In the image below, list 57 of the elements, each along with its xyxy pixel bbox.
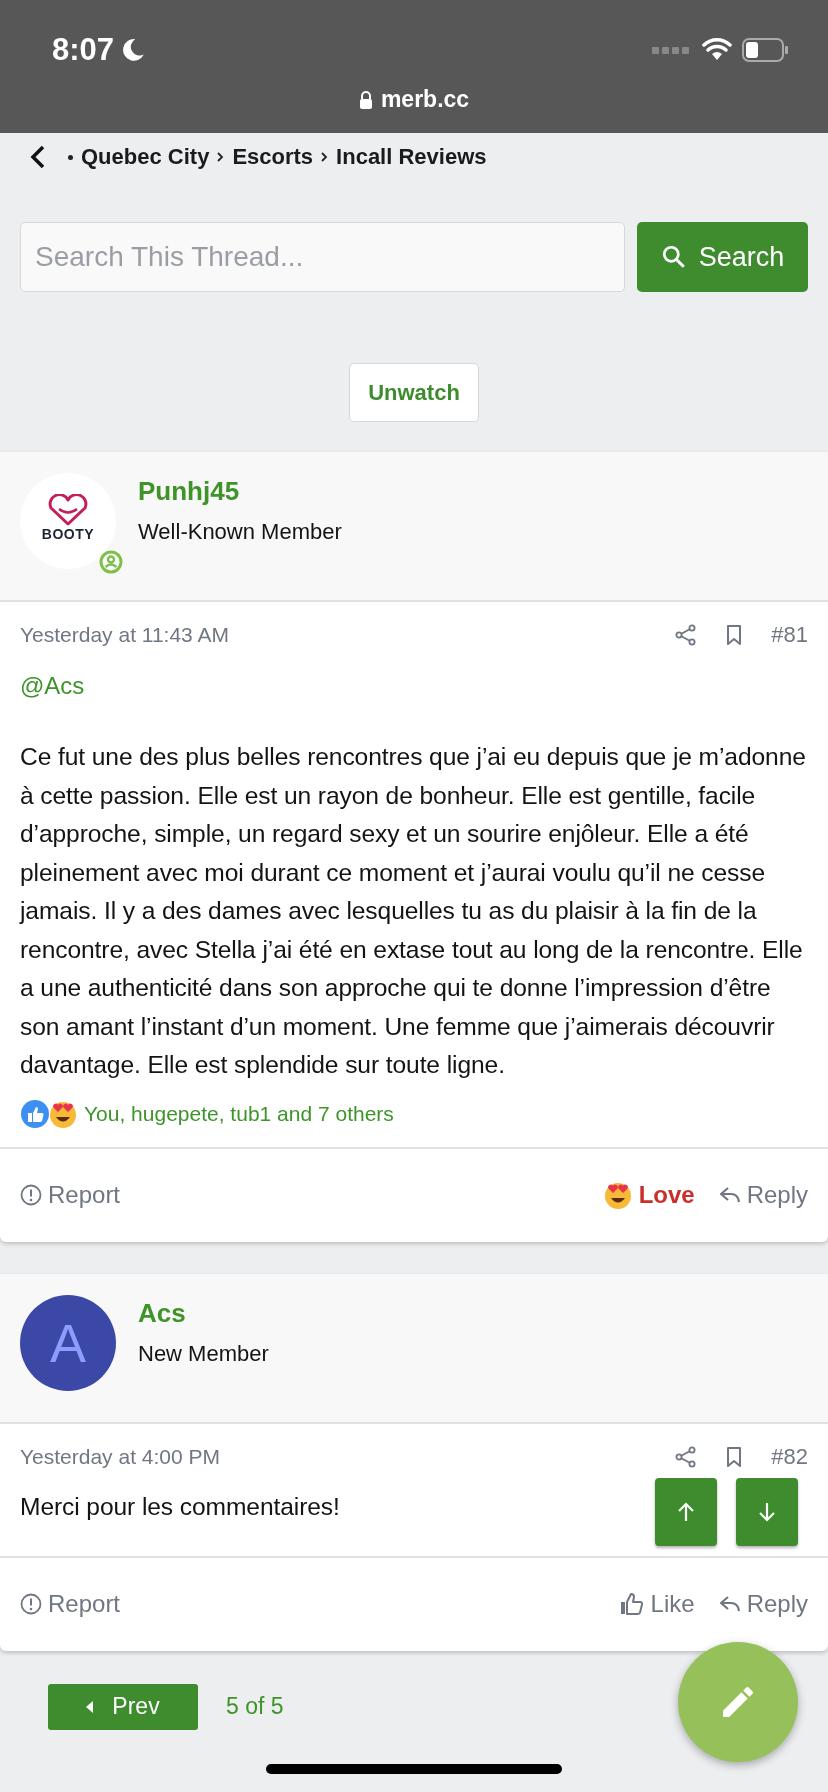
reply-arrow-icon [718,1594,741,1614]
post-text: Merci pour les commentaires! [20,1491,340,1522]
post-text: Ce fut une des plus belles rencontres que j’ai eu depuis que je m’adonne à cette passion. Elle est un rayon de bonheur. Elle est gentille, facile d’approche, simple, un regard sexy et un sourire enjôleur. Elle a été pleinement avec moi durant ce moment et j’aurai voulu qu’il ne cesse jamais. Il y a des dames avec lesquelles tu as du plaisir à la fin de la rencontre, avec Stella j’ai été en extase tout au long de la rencontre. Elle a une authenticité dans son approche qui te donne l’impression d’être son amant l’instant d’un moment. Une femme que j’aimerais découvrir davantage. Elle est splendide sur toute ligne. [20,742,807,1080]
clock-time: 8:07 [52,32,115,68]
search-field[interactable]: Search This Thread... [20,222,625,292]
alert-icon [20,1184,42,1206]
address-bar[interactable]: merb.cc [358,86,470,113]
scroll-up-button[interactable] [655,1477,717,1546]
arrow-down-icon [757,1500,777,1523]
post-date[interactable]: Yesterday at 4:00 PM [20,1444,220,1469]
username-link[interactable]: Punhj45 [138,476,342,507]
bullet-icon [68,154,73,160]
battery-icon [742,37,790,63]
avatar[interactable]: BOOTY [20,473,116,569]
caret-left-icon [86,1700,95,1713]
url-text: merb.cc [380,86,470,113]
reply-arrow-icon [718,1185,741,1205]
back-icon[interactable] [30,145,46,169]
prev-button[interactable]: Prev [48,1683,198,1730]
signal-icon [652,45,692,55]
unwatch-button[interactable]: Unwatch [349,363,479,422]
reaction-button[interactable]: Like [618,1590,695,1618]
breadcrumb-link[interactable]: Escorts [232,144,314,170]
user-title: New Member [138,1340,269,1367]
page-indicator[interactable]: 5 of 5 [226,1693,284,1720]
heart-lips-icon [47,494,89,526]
report-button[interactable]: Report [20,1590,121,1618]
breadcrumb-link[interactable]: Quebec City [81,144,210,170]
chevron-icon [217,152,225,162]
chevron-icon [321,152,329,162]
arrow-up-icon [676,1500,696,1523]
share-icon[interactable] [675,1445,698,1468]
mention-link[interactable]: @Acs [20,672,85,700]
heart-eyes-emoji-icon [602,1180,633,1210]
reactions-link[interactable]: You, hugepete, tub1 and 7 others [84,1101,394,1126]
avatar[interactable]: A [20,1294,116,1391]
scroll-down-button[interactable] [736,1477,798,1546]
post-number-link[interactable]: #82 [771,1443,808,1470]
report-button[interactable]: Report [20,1181,121,1209]
thumbs-up-icon [618,1591,645,1617]
logo-text: BOOTY [41,526,95,542]
post-number-link[interactable]: #81 [771,622,808,648]
bookmark-icon[interactable] [725,1445,744,1468]
reply-button[interactable]: Reply [718,1590,808,1618]
like-reaction-icon [20,1098,50,1129]
wifi-icon [702,38,732,62]
breadcrumb-link[interactable]: Incall Reviews [336,144,487,170]
share-icon[interactable] [675,624,698,646]
search-icon [660,244,687,270]
user-title: Well-Known Member [138,519,342,545]
search-button[interactable]: Search [637,222,808,292]
username-link[interactable]: Acs [138,1297,269,1329]
post-date[interactable]: Yesterday at 11:43 AM [20,623,229,647]
bookmark-icon[interactable] [725,624,744,646]
reaction-button[interactable]: Love [602,1180,695,1210]
alert-icon [20,1593,42,1615]
reply-button[interactable]: Reply [718,1181,808,1209]
